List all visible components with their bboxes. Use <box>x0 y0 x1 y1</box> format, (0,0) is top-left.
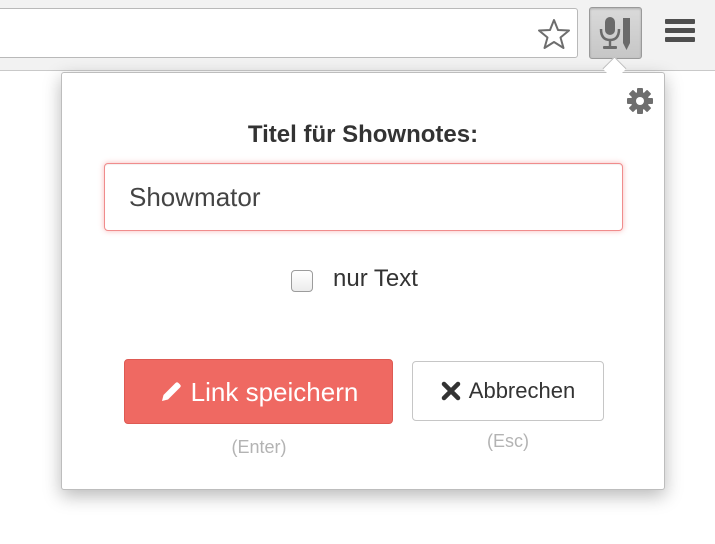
save-link-button[interactable]: Link speichern <box>124 359 393 424</box>
popup-title: Titel für Shownotes: <box>247 121 479 148</box>
text-only-checkbox[interactable] <box>291 270 313 292</box>
save-link-label: Link speichern <box>190 377 359 407</box>
hamburger-menu-icon[interactable] <box>660 17 700 53</box>
microphone-pencil-icon <box>599 17 630 50</box>
esc-shortcut-hint: (Esc) <box>487 431 529 451</box>
x-mark-icon <box>441 381 461 407</box>
shownotes-title-input[interactable] <box>104 163 623 231</box>
extension-button[interactable] <box>589 7 642 59</box>
gear-icon[interactable] <box>625 86 655 116</box>
address-bar[interactable] <box>0 8 578 58</box>
text-only-label: nur Text <box>333 265 418 292</box>
browser-toolbar <box>0 0 715 71</box>
cancel-button[interactable]: Abbrechen <box>412 361 604 421</box>
extension-popup: Titel für Shownotes: nur Text Link speic… <box>61 72 665 490</box>
enter-shortcut-hint: (Enter) <box>231 437 287 457</box>
pencil-icon <box>159 380 183 411</box>
cancel-label: Abbrechen <box>468 378 576 403</box>
bookmark-star-icon[interactable] <box>537 17 571 51</box>
